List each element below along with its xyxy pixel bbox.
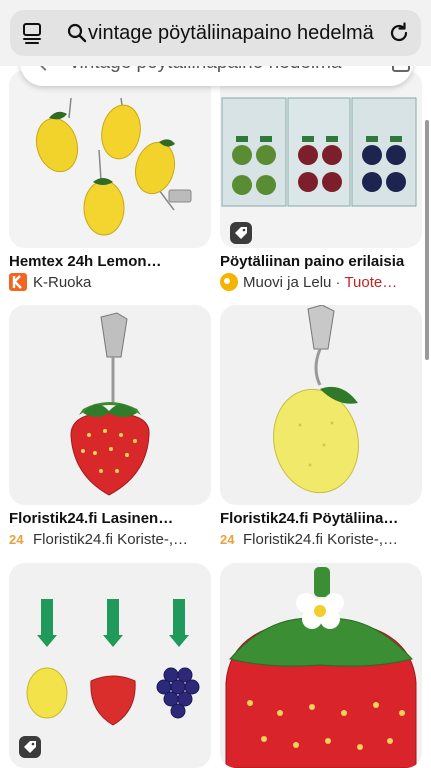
result-image[interactable] [9, 305, 211, 505]
result-title[interactable]: Floristik24.fi Lasinen… [9, 510, 209, 527]
svg-text:24: 24 [220, 532, 235, 547]
address-text[interactable]: vintage pöytäliinapaino hedelmä [88, 21, 374, 45]
result-source: Muovi ja Lelu · Tuote… [243, 274, 431, 291]
strawberry-jar-image [220, 563, 422, 768]
result-image[interactable] [9, 70, 211, 248]
lemons-image [9, 70, 211, 248]
result-title[interactable]: Hemtex 24h Lemon… [9, 253, 209, 270]
source-extra: Tuote… [344, 274, 398, 291]
result-image[interactable] [9, 563, 211, 768]
browser-toolbar: vintage pöytäliinapaino hedelmä [0, 0, 431, 66]
product-tag-badge [230, 222, 252, 244]
muovi-ja-lelu-logo-icon [220, 273, 238, 291]
result-source: Floristik24.fi Koriste-,… [33, 531, 189, 548]
result-image[interactable] [220, 305, 422, 505]
search-icon [67, 23, 87, 43]
k-ruoka-logo-icon [9, 273, 27, 291]
floristik24-logo-icon: 24 [220, 532, 235, 547]
result-title[interactable]: Pöytäliinan paino erilaisia [220, 253, 420, 270]
scrollbar[interactable] [425, 120, 429, 360]
tag-icon [24, 741, 36, 753]
product-tag-badge [19, 736, 41, 758]
address-bar[interactable]: vintage pöytäliinapaino hedelmä [10, 10, 421, 56]
tabs-icon[interactable] [22, 22, 44, 44]
fruit-weights-image [220, 70, 422, 248]
result-image[interactable] [220, 70, 422, 248]
source-name: Muovi ja Lelu [243, 274, 332, 291]
source-separator: · [331, 274, 345, 291]
result-image[interactable] [220, 563, 422, 768]
tag-icon [235, 227, 247, 239]
result-source: K-Ruoka [33, 274, 92, 291]
result-title[interactable]: Floristik24.fi Pöytäliina… [220, 510, 420, 527]
strawberry-image [9, 305, 211, 505]
floristik24-logo-icon: 24 [9, 532, 24, 547]
result-source: Floristik24.fi Koriste-,… [243, 531, 399, 548]
reload-icon[interactable] [387, 21, 411, 45]
lemon-weight-image [220, 305, 422, 505]
svg-text:24: 24 [9, 532, 24, 547]
